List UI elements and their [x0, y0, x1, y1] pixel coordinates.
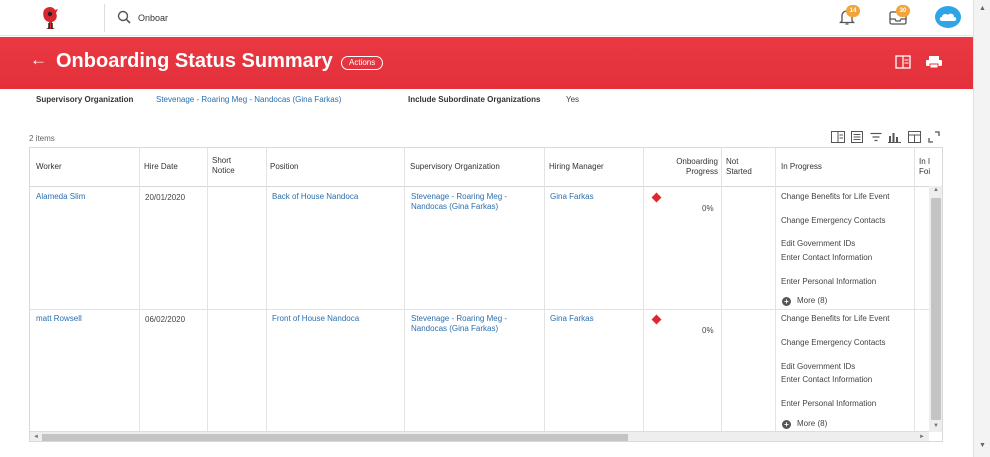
- scroll-up-icon[interactable]: ▲: [979, 5, 986, 12]
- inbox-badge: 30: [896, 5, 910, 17]
- column-divider: [643, 148, 644, 431]
- supervisory-org-link[interactable]: Stevenage - Roaring Meg - Nandocas (Gina…: [156, 95, 341, 105]
- layout-icon[interactable]: [908, 131, 921, 143]
- scroll-down-icon[interactable]: ▼: [979, 442, 986, 449]
- scroll-left-icon[interactable]: ◄: [33, 434, 39, 440]
- in-progress-item[interactable]: Edit Government IDs: [781, 362, 855, 371]
- export-excel-icon[interactable]: [831, 131, 845, 143]
- column-divider: [544, 148, 545, 431]
- column-header-not-started-line2: Started: [726, 167, 752, 176]
- grid-vertical-scrollbar[interactable]: ▲ ▼: [929, 186, 942, 432]
- onboarding-progress-value: 0%: [702, 204, 714, 213]
- supervisory-org-line2: Nandocas (Gina Farkas): [411, 202, 499, 211]
- export-excel-icon[interactable]: [895, 55, 911, 69]
- column-header-not-started[interactable]: Not Started: [726, 157, 752, 195]
- scroll-thumb[interactable]: [931, 198, 941, 420]
- include-subordinate-label: Include Subordinate Organizations: [408, 95, 541, 104]
- column-header-not-started-line1: Not: [726, 157, 739, 166]
- hire-date: 06/02/2020: [145, 315, 186, 324]
- more-label: More (8): [797, 419, 828, 428]
- column-divider: [404, 148, 405, 431]
- top-bar-divider: [104, 4, 105, 32]
- column-header-short-notice[interactable]: Short Notice: [212, 156, 235, 194]
- window-scrollbar[interactable]: ▲ ▼: [973, 0, 990, 457]
- filter-icon[interactable]: [870, 131, 882, 143]
- scroll-down-icon[interactable]: ▼: [933, 423, 939, 429]
- column-header-progress-line1: Onboarding: [676, 157, 718, 166]
- in-progress-item[interactable]: Change Benefits for Life Event: [781, 192, 890, 201]
- column-divider: [914, 148, 915, 431]
- search-input[interactable]: [138, 10, 338, 26]
- chart-icon[interactable]: [888, 131, 901, 143]
- column-divider: [266, 148, 267, 431]
- in-progress-item[interactable]: Enter Contact Information: [781, 253, 872, 262]
- grid-horizontal-scrollbar[interactable]: ◄ ►: [30, 431, 929, 441]
- supervisory-org-link[interactable]: Stevenage - Roaring Meg - Nandocas (Gina…: [411, 314, 507, 334]
- column-divider: [139, 148, 140, 431]
- supervisory-org-line2: Nandocas (Gina Farkas): [411, 324, 499, 333]
- supervisory-org-label: Supervisory Organization: [36, 95, 134, 104]
- actions-button[interactable]: Actions: [341, 56, 384, 70]
- in-progress-item[interactable]: Edit Government IDs: [781, 239, 855, 248]
- worker-link[interactable]: matt Rowsell: [36, 314, 82, 324]
- hiring-manager-link[interactable]: Gina Farkas: [550, 314, 594, 324]
- position-link[interactable]: Back of House Nandoca: [272, 192, 358, 202]
- column-divider: [775, 148, 776, 431]
- scroll-thumb[interactable]: [42, 434, 628, 441]
- more-plus-icon: +: [782, 420, 791, 429]
- cloud-icon[interactable]: [935, 6, 961, 28]
- in-progress-item[interactable]: Change Benefits for Life Event: [781, 314, 890, 323]
- more-button[interactable]: + More (8): [782, 419, 827, 429]
- page-header: ← Onboarding Status Summary Actions: [0, 37, 973, 89]
- supervisory-org-link[interactable]: Stevenage - Roaring Meg - Nandocas (Gina…: [411, 192, 507, 212]
- scroll-up-icon[interactable]: ▲: [933, 187, 939, 193]
- column-header-truncated-line2: Foi: [919, 167, 931, 176]
- worker-link[interactable]: Alameda Slim: [36, 192, 85, 202]
- more-label: More (8): [797, 296, 828, 305]
- in-progress-item[interactable]: Change Emergency Contacts: [781, 338, 886, 347]
- search-icon[interactable]: [117, 10, 131, 24]
- onboarding-progress-value: 0%: [702, 326, 714, 335]
- column-header-short-notice-line2: Notice: [212, 166, 235, 175]
- supervisory-org-line1: Stevenage - Roaring Meg -: [411, 192, 508, 201]
- page-title: Onboarding Status Summary: [56, 50, 333, 72]
- column-divider: [207, 148, 208, 431]
- back-arrow-icon[interactable]: ←: [30, 50, 47, 70]
- hire-date: 20/01/2020: [145, 193, 186, 202]
- column-divider: [721, 148, 722, 431]
- onboarding-grid: Worker Hire Date Short Notice Position S…: [29, 147, 943, 442]
- logo-icon[interactable]: [38, 5, 62, 31]
- supervisory-org-line1: Stevenage - Roaring Meg -: [411, 314, 508, 323]
- column-header-progress-line2: Progress: [685, 167, 718, 176]
- more-plus-icon: +: [782, 297, 791, 306]
- in-progress-item[interactable]: Enter Contact Information: [781, 375, 872, 384]
- in-progress-item[interactable]: Change Emergency Contacts: [781, 216, 886, 225]
- more-button[interactable]: + More (8): [782, 296, 827, 306]
- include-subordinate-value: Yes: [566, 95, 580, 104]
- in-progress-item[interactable]: Enter Personal Information: [781, 399, 876, 408]
- top-bar: 14 30: [0, 0, 973, 36]
- diamond-status-icon: [651, 314, 662, 325]
- table-view-icon[interactable]: [851, 131, 863, 143]
- scroll-right-icon[interactable]: ►: [919, 434, 925, 440]
- fullscreen-icon[interactable]: [928, 131, 940, 143]
- position-link[interactable]: Front of House Nandoca: [272, 314, 359, 324]
- print-icon[interactable]: [925, 55, 943, 69]
- in-progress-item[interactable]: Enter Personal Information: [781, 277, 876, 286]
- item-count: 2 items: [29, 134, 55, 143]
- header-divider: [30, 186, 929, 187]
- column-header-onboarding-progress[interactable]: Onboarding Progress: [650, 157, 718, 195]
- column-header-truncated-line1: In I: [919, 157, 931, 166]
- hiring-manager-link[interactable]: Gina Farkas: [550, 192, 594, 202]
- column-header-short-notice-line1: Short: [212, 156, 232, 165]
- row-divider: [30, 309, 929, 310]
- notifications-badge: 14: [846, 5, 860, 17]
